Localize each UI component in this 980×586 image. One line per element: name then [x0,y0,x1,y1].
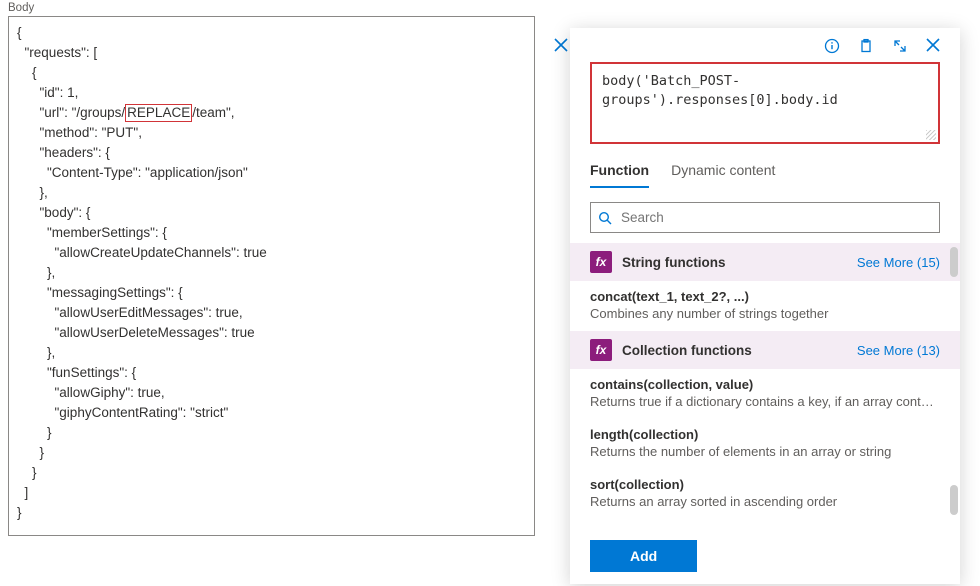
add-button[interactable]: Add [590,540,697,572]
function-desc: Returns the number of elements in an arr… [590,444,940,459]
body-editor-panel: Body { "requests": [ { "id": 1, "url": "… [8,2,548,536]
info-icon[interactable] [824,38,840,54]
category-string-functions[interactable]: fx String functions See More (15) [570,243,960,281]
see-more-link[interactable]: See More (15) [857,255,940,270]
expression-flyout: body('Batch_POST-groups').responses[0].b… [570,28,960,584]
flyout-tabs: Function Dynamic content [570,156,960,188]
tab-function[interactable]: Function [590,156,649,188]
function-name: sort(collection) [590,477,940,492]
body-code-editor[interactable]: { "requests": [ { "id": 1, "url": "/grou… [8,16,535,536]
tab-dynamic-content[interactable]: Dynamic content [671,156,775,188]
code-post: /team", "method": "PUT", "headers": { "C… [17,105,267,520]
category-title: Collection functions [622,343,752,358]
scrollbar-thumb[interactable] [950,485,958,515]
search-icon [598,211,612,225]
replace-highlight: REPLACE [125,104,192,122]
search-wrap [590,202,940,233]
fx-icon: fx [590,339,612,361]
function-name: length(collection) [590,427,940,442]
flyout-toolbar [570,28,960,58]
close-flyout-icon[interactable] [554,38,568,52]
search-input[interactable] [590,202,940,233]
clipboard-icon[interactable] [858,38,874,54]
add-bar: Add [570,530,960,584]
category-title: String functions [622,255,726,270]
function-item-concat[interactable]: concat(text_1, text_2?, ...) Combines an… [570,281,960,331]
function-desc: Combines any number of strings together [590,306,940,321]
function-item-contains[interactable]: contains(collection, value) Returns true… [570,369,960,419]
function-desc: Returns an array sorted in ascending ord… [590,494,940,509]
body-field-label: Body [8,2,548,14]
function-item-length[interactable]: length(collection) Returns the number of… [570,419,960,469]
expression-input[interactable]: body('Batch_POST-groups').responses[0].b… [590,62,940,144]
function-name: concat(text_1, text_2?, ...) [590,289,940,304]
function-desc: Returns true if a dictionary contains a … [590,394,940,409]
scrollbar-thumb[interactable] [950,247,958,277]
function-item-sort[interactable]: sort(collection) Returns an array sorted… [570,469,960,519]
category-collection-functions[interactable]: fx Collection functions See More (13) [570,331,960,369]
code-pre: { "requests": [ { "id": 1, "url": "/grou… [17,25,125,120]
see-more-link[interactable]: See More (13) [857,343,940,358]
functions-scroll-area[interactable]: fx String functions See More (15) concat… [570,243,960,530]
fx-icon: fx [590,251,612,273]
expand-icon[interactable] [892,38,908,54]
close-icon[interactable] [926,38,940,54]
function-name: contains(collection, value) [590,377,940,392]
